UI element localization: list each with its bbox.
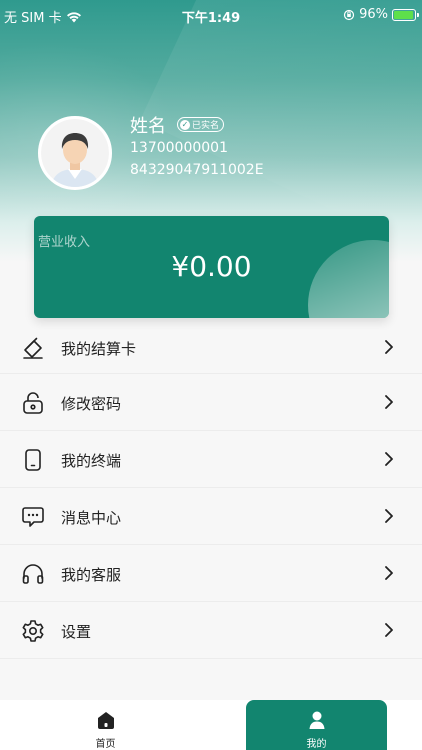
chevron-right-icon (385, 509, 393, 523)
tab-label: 首页 (95, 739, 116, 750)
user-id: 84329047911002E (130, 162, 264, 178)
status-bar: 无 SIM 卡 下午1:49 96% (0, 0, 422, 30)
verified-badge-label: 已实名 (192, 121, 220, 131)
menu-list: 我的结算卡 修改密码 我的终端 消息中心 我的客服 设置 (0, 330, 422, 659)
avatar-person-icon (41, 119, 109, 187)
headset-icon (22, 564, 44, 584)
orientation-lock-icon (343, 9, 355, 20)
chevron-right-icon (385, 452, 393, 466)
income-card[interactable]: 营业收入 ¥0.00 (34, 216, 389, 318)
check-icon: ✓ (180, 119, 190, 130)
user-phone: 13700000001 (130, 140, 228, 156)
message-icon (22, 507, 44, 527)
avatar[interactable] (38, 116, 112, 190)
menu-item-customer-service[interactable]: 我的客服 (0, 545, 422, 602)
income-amount: ¥0.00 (171, 250, 252, 283)
phone-icon (25, 449, 41, 471)
menu-item-settlement-card[interactable]: 我的结算卡 (0, 330, 422, 374)
tab-bar: 首页 我的 (0, 700, 422, 750)
user-name: 姓名 (130, 116, 166, 137)
menu-item-terminal[interactable]: 我的终端 (0, 431, 422, 488)
verified-badge: ✓ 已实名 (177, 117, 225, 132)
menu-item-settings[interactable]: 设置 (0, 602, 422, 659)
tab-home[interactable]: 首页 (0, 700, 211, 750)
chevron-right-icon (385, 566, 393, 580)
menu-item-label: 消息中心 (61, 509, 122, 527)
battery-percent: 96% (359, 7, 388, 22)
gear-icon (22, 620, 44, 642)
card-icon (23, 337, 43, 359)
home-icon (97, 712, 114, 729)
lock-icon (23, 392, 43, 414)
income-label: 营业收入 (38, 235, 91, 250)
menu-item-label: 设置 (61, 623, 92, 641)
chevron-right-icon (385, 395, 393, 409)
menu-item-label: 我的客服 (61, 566, 122, 584)
menu-item-label: 修改密码 (61, 395, 122, 413)
menu-item-change-password[interactable]: 修改密码 (0, 374, 422, 431)
battery-icon (392, 8, 419, 21)
menu-item-message-center[interactable]: 消息中心 (0, 488, 422, 545)
menu-item-label: 我的结算卡 (61, 340, 137, 358)
tab-label: 我的 (306, 739, 327, 750)
chevron-right-icon (385, 340, 393, 354)
user-icon (309, 711, 324, 729)
chevron-right-icon (385, 623, 393, 637)
tab-mine[interactable]: 我的 (246, 700, 387, 750)
menu-item-label: 我的终端 (61, 452, 122, 470)
